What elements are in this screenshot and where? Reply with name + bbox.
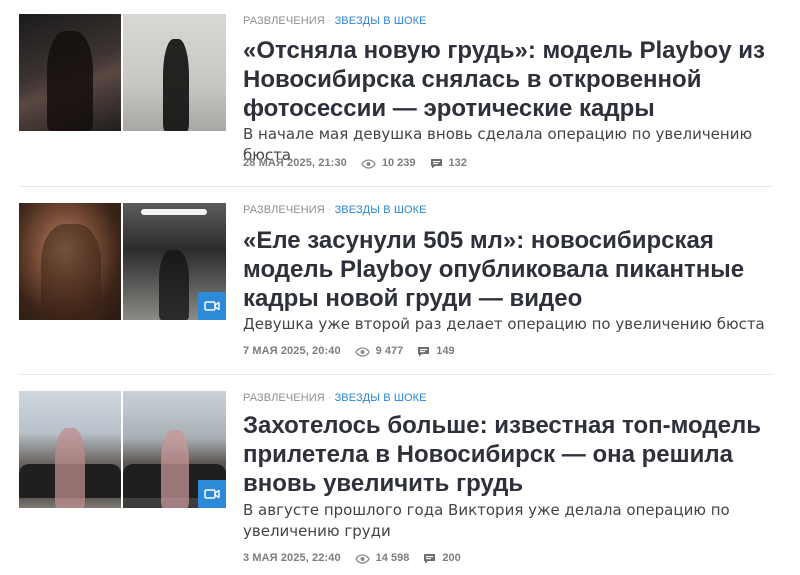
article-date: 3 мая 2025, 22:40 xyxy=(243,552,341,564)
article-card: Развлечения · Звезды в шоке «Еле засунули … xyxy=(0,190,800,374)
eye-icon xyxy=(361,158,376,169)
article-photo xyxy=(123,391,226,508)
eye-icon xyxy=(354,553,370,564)
views-value: 10 239 xyxy=(381,157,416,169)
comment-icon xyxy=(424,554,436,564)
views-value: 9 477 xyxy=(375,345,404,357)
article-photo xyxy=(123,203,226,320)
video-camera-icon xyxy=(204,489,220,499)
views-value: 14 598 xyxy=(375,552,410,564)
article-photo xyxy=(19,391,121,508)
comments-count[interactable]: 200 xyxy=(423,552,461,565)
article-photo xyxy=(19,14,121,131)
comment-icon xyxy=(430,159,442,169)
comments-count[interactable]: 149 xyxy=(417,345,455,358)
article-date: 28 мая 2025, 21:30 xyxy=(243,157,347,169)
views-count: 14 598 xyxy=(354,552,410,565)
article-card: Развлечения · Звезды в шоке «Отсняла новую… xyxy=(0,0,800,186)
views-count: 9 477 xyxy=(354,345,404,358)
article-lead: В августе прошлого года Виктория уже дел… xyxy=(243,501,730,540)
views-count: 10 239 xyxy=(361,157,416,170)
article-thumbnail[interactable] xyxy=(19,14,226,131)
article-card: Развлечения · Звезды в шоке Захотелось бол… xyxy=(0,378,800,575)
video-badge xyxy=(198,480,226,508)
article-thumbnail[interactable] xyxy=(19,391,226,508)
article-thumbnail[interactable] xyxy=(19,203,226,320)
comments-value: 132 xyxy=(448,157,467,169)
video-badge xyxy=(198,292,226,320)
article-photo xyxy=(123,14,226,131)
tag-link[interactable]: Звезды в шоке xyxy=(335,204,427,216)
article-title[interactable]: Захотелось больше: известная топ-модель … xyxy=(243,411,778,498)
article-title[interactable]: «Отсняла новую грудь»: модель Playboy из… xyxy=(243,36,778,123)
article-stats: 7 мая 2025, 20:40 9 477 149 xyxy=(243,345,469,358)
divider xyxy=(19,186,773,187)
article-title[interactable]: «Еле засунули 505 мл»: новосибирская мод… xyxy=(243,226,778,313)
article-stats: 3 мая 2025, 22:40 14 598 200 xyxy=(243,552,475,565)
video-camera-icon xyxy=(204,301,220,311)
eye-icon xyxy=(354,346,370,357)
article-lead: Девушка уже второй раз делает операцию п… xyxy=(243,315,765,333)
article-category: Развлечения · Звезды в шоке xyxy=(243,15,427,27)
article-photo xyxy=(19,203,121,320)
article-date: 7 мая 2025, 20:40 xyxy=(243,345,341,357)
divider xyxy=(19,374,773,375)
news-feed: Развлечения · Звезды в шоке «Отсняла новую… xyxy=(0,0,800,575)
comments-value: 200 xyxy=(442,552,461,564)
comments-count[interactable]: 132 xyxy=(430,157,467,170)
comment-icon xyxy=(418,347,430,357)
article-stats: 28 мая 2025, 21:30 10 239 132 xyxy=(243,157,481,170)
article-category: Развлечения · Звезды в шоке xyxy=(243,204,427,216)
rubric-link[interactable]: Развлечения xyxy=(243,15,325,27)
comments-value: 149 xyxy=(436,345,455,357)
article-category: Развлечения · Звезды в шоке xyxy=(243,392,427,404)
tag-link[interactable]: Звезды в шоке xyxy=(335,15,427,27)
tag-link[interactable]: Звезды в шоке xyxy=(335,392,427,404)
rubric-link[interactable]: Развлечения xyxy=(243,392,325,404)
rubric-link[interactable]: Развлечения xyxy=(243,204,325,216)
